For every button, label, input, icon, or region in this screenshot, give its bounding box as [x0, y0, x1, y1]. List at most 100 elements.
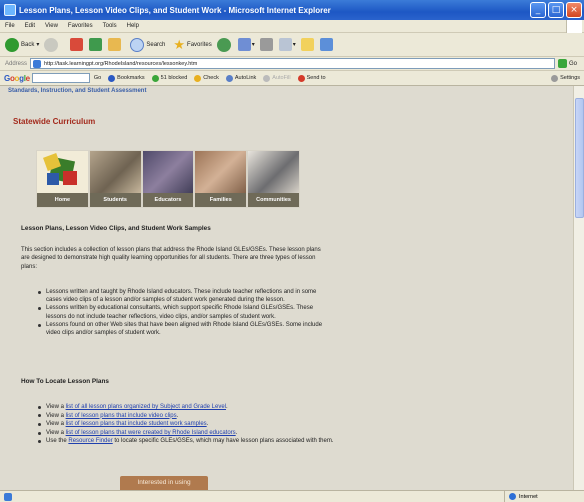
home-icon	[108, 38, 122, 51]
menu-edit[interactable]: Edit	[20, 23, 40, 29]
nav-home-label: Home	[37, 193, 88, 207]
nav-communities[interactable]: Communities	[247, 150, 300, 208]
autolink-label: AutoLink	[234, 75, 257, 81]
chevron-down-icon: ▾	[292, 42, 296, 48]
back-button[interactable]: Back ▾	[5, 37, 40, 52]
list-item: View a list of lesson plans that include…	[36, 420, 336, 429]
chevron-down-icon: ▾	[36, 42, 40, 48]
google-search-input[interactable]	[31, 73, 90, 83]
minimize-button[interactable]: _	[530, 2, 546, 18]
send-to-button[interactable]: Send to	[297, 74, 326, 82]
list-item: Lessons found on other Web sites that ha…	[36, 321, 326, 337]
settings-icon	[551, 74, 559, 82]
zone-label: Internet	[519, 493, 538, 500]
spell-check-button[interactable]: Check	[194, 74, 219, 82]
nav-home[interactable]: Home	[36, 150, 89, 208]
close-button[interactable]: ×	[566, 2, 582, 18]
view-a-text: View a	[46, 404, 64, 410]
home-button[interactable]	[108, 38, 122, 51]
window-controls: _ □ ×	[530, 2, 582, 18]
google-go-button[interactable]: Go	[94, 75, 101, 81]
menu-help[interactable]: Help	[122, 23, 144, 29]
scrollbar-thumb[interactable]	[575, 98, 584, 218]
google-go-label: Go	[93, 75, 102, 81]
chevron-down-icon: ▾	[251, 42, 255, 48]
nav-students[interactable]: Students	[88, 150, 142, 208]
home-logo-icon	[37, 151, 88, 195]
refresh-icon	[89, 38, 103, 51]
address-input[interactable]: http://task.learningpt.org/RhodeIsland/r…	[30, 58, 556, 69]
menu-file[interactable]: File	[0, 23, 20, 29]
title-bar: Lesson Plans, Lesson Video Clips, and St…	[0, 0, 584, 20]
discuss-button[interactable]	[300, 38, 315, 51]
google-settings-button[interactable]: Settings	[551, 74, 580, 82]
site-nav: Home Students Educators Families Communi…	[36, 150, 300, 208]
messenger-button[interactable]	[319, 38, 334, 51]
standard-toolbar: Back ▾ Search ★ Favorites ▾ ▾	[0, 33, 584, 57]
windows-logo-icon	[566, 20, 582, 33]
resource-finder-link[interactable]: Resource Finder	[68, 438, 112, 444]
star-icon: ★	[173, 36, 186, 52]
favorites-label: Favorites	[187, 41, 212, 48]
student-work-link[interactable]: list of lesson plans that include studen…	[66, 421, 207, 427]
edit-button[interactable]: ▾	[278, 38, 296, 51]
forward-button[interactable]	[44, 37, 60, 52]
list-item: Lessons written and taught by Rhode Isla…	[36, 288, 326, 304]
autolink-button[interactable]: AutoLink	[225, 74, 257, 82]
go-arrow-icon	[558, 59, 568, 68]
view-a-text: View a	[46, 429, 64, 436]
locate-list: View a list of all lesson plans organize…	[36, 403, 336, 446]
list-item: View a list of lesson plans that include…	[36, 412, 336, 421]
menu-view[interactable]: View	[40, 23, 63, 29]
blocked-icon	[151, 74, 159, 82]
bookmarks-label: Bookmarks	[117, 75, 145, 81]
site-header-link[interactable]: Standards, Instruction, and Student Asse…	[8, 88, 146, 94]
interested-button[interactable]: Interested in using	[120, 476, 208, 490]
history-button[interactable]	[216, 37, 233, 52]
autofill-button[interactable]: AutoFill	[263, 74, 291, 82]
all-lesson-plans-link[interactable]: list of all lesson plans organized by Su…	[66, 404, 226, 410]
search-label: Search	[146, 41, 166, 48]
go-label: Go	[569, 60, 578, 67]
search-icon	[130, 37, 145, 52]
go-button[interactable]: Go	[558, 59, 577, 68]
nav-families[interactable]: Families	[194, 150, 248, 208]
vertical-scrollbar[interactable]	[573, 86, 584, 490]
students-photo	[89, 151, 141, 195]
page-heading: Lesson Plans, Lesson Video Clips, and St…	[21, 225, 211, 232]
check-icon	[194, 74, 202, 82]
search-button[interactable]: Search	[130, 37, 166, 52]
ri-educators-link[interactable]: list of lesson plans that were created b…	[66, 430, 236, 436]
menu-favorites[interactable]: Favorites	[63, 23, 98, 29]
address-bar: Address http://task.learningpt.org/Rhode…	[0, 57, 584, 71]
maximize-button[interactable]: □	[548, 2, 564, 18]
nav-communities-label: Communities	[248, 193, 299, 207]
view-a-text: View a	[46, 421, 64, 428]
back-arrow-icon	[5, 37, 19, 52]
print-button[interactable]	[259, 38, 274, 51]
popup-blocker-button[interactable]: 51 blocked	[151, 74, 187, 82]
print-icon	[259, 38, 273, 51]
educators-photo	[142, 151, 194, 195]
status-bar: Internet	[0, 490, 584, 502]
menu-tools[interactable]: Tools	[98, 23, 122, 29]
video-clips-link[interactable]: list of lesson plans that include video …	[66, 413, 177, 419]
security-zone: Internet	[504, 491, 538, 502]
mail-icon	[237, 38, 251, 51]
stop-button[interactable]	[70, 38, 84, 51]
favorites-button[interactable]: ★ Favorites	[173, 37, 211, 53]
nav-educators[interactable]: Educators	[141, 150, 195, 208]
page-icon	[33, 59, 42, 68]
address-url: http://task.learningpt.org/RhodeIsland/r…	[44, 60, 198, 67]
google-logo[interactable]: Google	[4, 74, 30, 83]
refresh-button[interactable]	[89, 38, 103, 51]
list-item: Use the Resource Finder to locate specif…	[36, 437, 336, 446]
stop-icon	[70, 38, 84, 51]
messenger-icon	[319, 38, 333, 51]
resource-finder-text: to locate specific GLEs/GSEs, which may …	[114, 438, 334, 445]
page-icon	[4, 492, 12, 501]
edit-icon	[278, 38, 292, 51]
google-bookmarks-button[interactable]: Bookmarks	[108, 74, 145, 82]
discuss-icon	[300, 38, 314, 51]
mail-button[interactable]: ▾	[237, 38, 255, 51]
